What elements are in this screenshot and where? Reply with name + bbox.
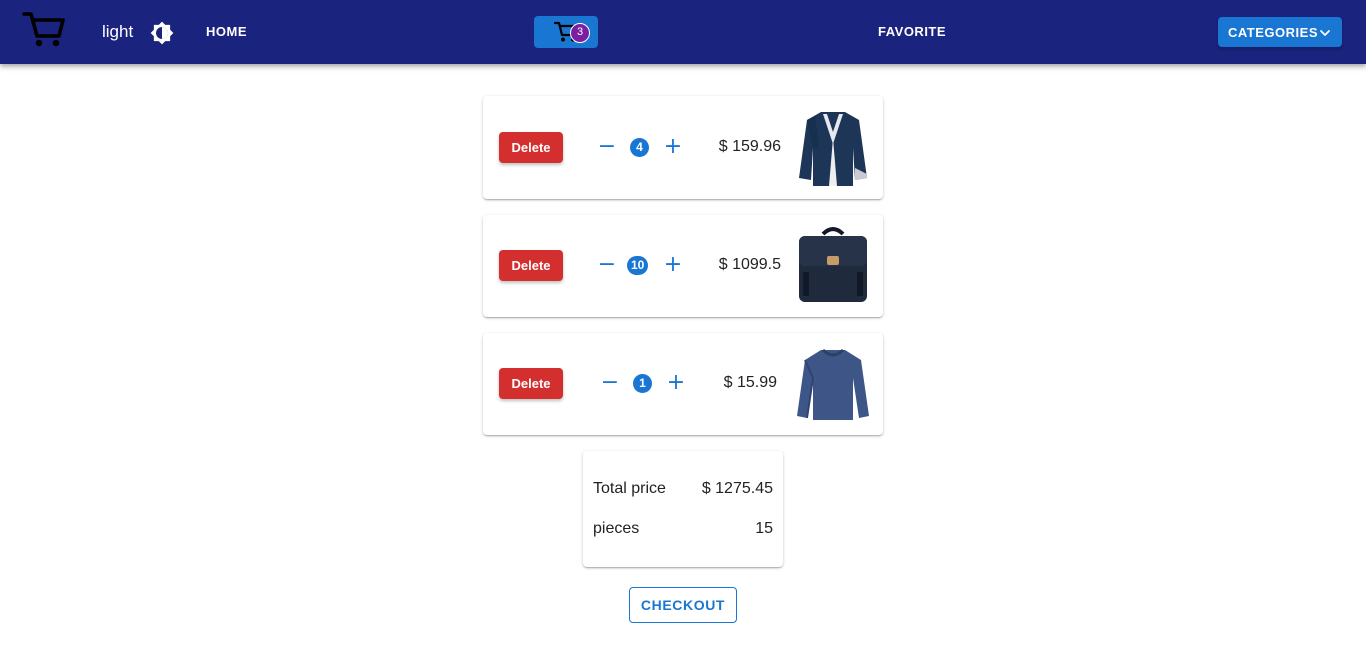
brightness-icon[interactable] xyxy=(149,20,175,46)
home-button[interactable]: HOME xyxy=(196,18,257,46)
product-image-jacket xyxy=(799,112,867,186)
minus-icon[interactable]: − xyxy=(595,254,619,278)
categories-dropdown-button[interactable]: CATEGORIES xyxy=(1218,17,1342,47)
favorite-button[interactable]: FAVORITE xyxy=(868,18,956,46)
minus-icon[interactable]: − xyxy=(595,136,619,160)
minus-icon[interactable]: − xyxy=(598,372,622,396)
total-price-value: $ 1275.45 xyxy=(701,480,773,497)
order-summary: Total price $ 1275.45 pieces 15 xyxy=(583,451,783,567)
delete-button[interactable]: Delete xyxy=(499,368,563,399)
checkout-button[interactable]: CHECKOUT xyxy=(629,587,737,623)
quantity-badge: 10 xyxy=(627,256,649,275)
delete-button[interactable]: Delete xyxy=(499,250,563,281)
total-price-label: Total price xyxy=(593,480,666,497)
plus-icon[interactable]: + xyxy=(661,136,685,160)
categories-label: CATEGORIES xyxy=(1228,25,1318,40)
cart-count-badge: 3 xyxy=(570,23,590,43)
cart-item-card: Delete − 1 + $ 15.99 xyxy=(483,333,883,435)
pieces-value: 15 xyxy=(755,520,773,537)
product-image-backpack xyxy=(799,227,867,302)
delete-button[interactable]: Delete xyxy=(499,132,563,163)
quantity-badge: 1 xyxy=(633,374,652,393)
cart-item-card: Delete − 10 + $ 1099.5 xyxy=(483,215,883,317)
item-price: $ 159.96 xyxy=(718,138,781,155)
quantity-badge: 4 xyxy=(630,138,649,157)
plus-icon[interactable]: + xyxy=(661,254,685,278)
item-price: $ 15.99 xyxy=(723,374,777,391)
plus-icon[interactable]: + xyxy=(664,372,688,396)
shopping-cart-icon[interactable] xyxy=(22,10,66,48)
app-bar: light HOME 3 FAVORITE CATEGORIES xyxy=(0,0,1366,64)
item-price: $ 1099.5 xyxy=(718,256,781,273)
theme-label: light xyxy=(102,22,134,41)
chevron-down-icon xyxy=(1320,30,1330,36)
pieces-label: pieces xyxy=(593,520,640,537)
product-image-shirt xyxy=(797,348,869,420)
cart-item-card: Delete − 4 + $ 159.96 xyxy=(483,96,883,199)
